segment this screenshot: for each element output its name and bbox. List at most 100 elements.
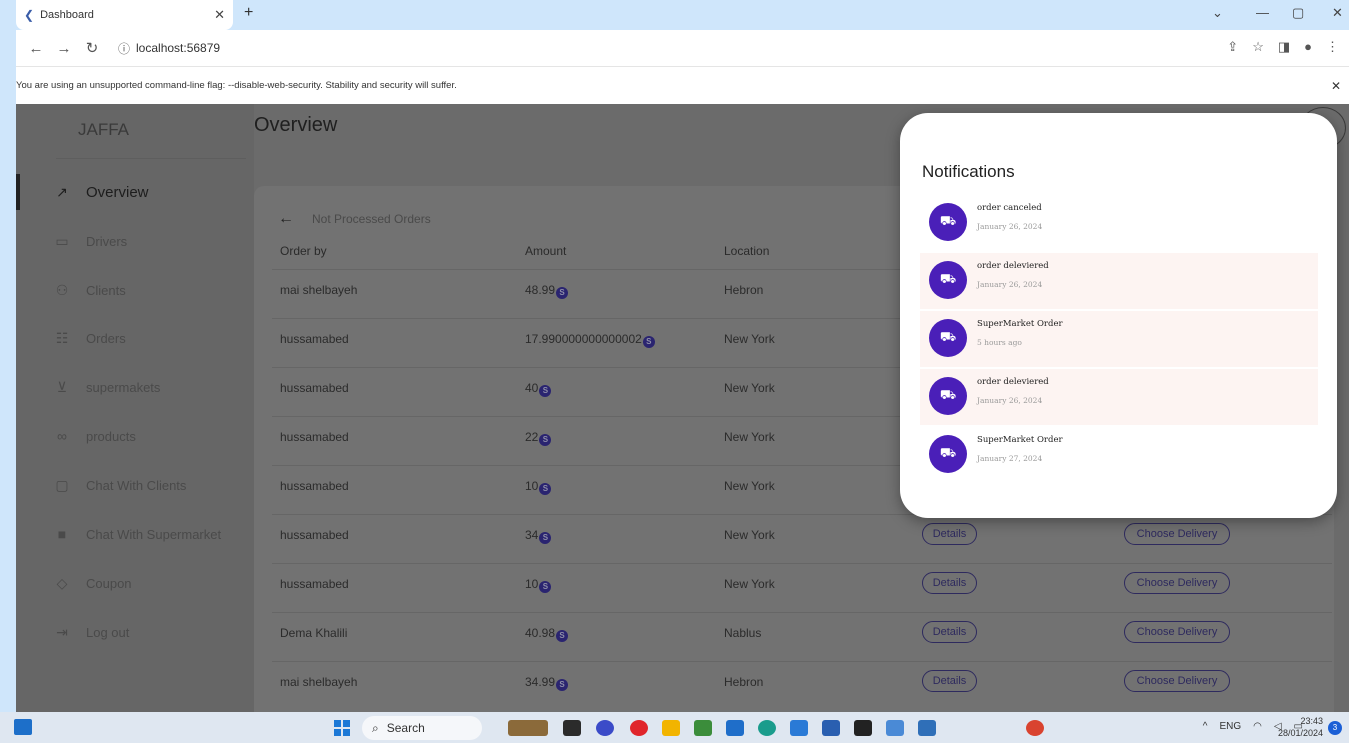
close-infobar-icon[interactable]: ✕ <box>1331 79 1341 93</box>
column-header-amount: Amount <box>525 244 567 258</box>
notification-item[interactable]: ⛟ order canceled January 26, 2024 <box>920 195 1318 251</box>
store-app-icon[interactable] <box>694 720 712 736</box>
sidebar-item-coupon[interactable]: ◇ Coupon <box>52 569 132 597</box>
currency-icon: S <box>556 287 569 299</box>
details-button[interactable]: Details <box>922 670 977 692</box>
column-header-location: Location <box>724 244 770 258</box>
sidebar-item-supermakets[interactable]: ⊻ supermakets <box>52 373 161 401</box>
address-bar-row: ← → ↻ ⓘ localhost:56879 ⇪ ☆ ◨ ● ⋮ <box>16 30 1349 66</box>
file-explorer-icon[interactable] <box>662 720 680 736</box>
row-divider <box>272 661 1332 662</box>
amount-cell: 40.98 S <box>525 626 569 642</box>
terminal-app-icon[interactable] <box>563 720 581 736</box>
widgets-icon[interactable] <box>14 719 32 735</box>
order-by-cell: hussamabed <box>280 528 349 542</box>
sidebar-item-log-out[interactable]: ⇥ Log out <box>52 618 129 646</box>
currency-icon: S <box>556 679 569 691</box>
teams-chat-icon[interactable] <box>596 720 614 736</box>
cmd-icon[interactable] <box>854 720 872 736</box>
sidebar-item-chat-with-clients[interactable]: ▢ Chat With Clients <box>52 471 186 499</box>
amount-cell: 34.99 S <box>525 675 569 691</box>
edge-icon[interactable] <box>758 720 776 736</box>
vscode-icon[interactable] <box>790 720 808 736</box>
forward-icon[interactable]: → <box>56 40 72 57</box>
warning-text: You are using an unsupported command-lin… <box>16 80 457 91</box>
flutter-icon: ❮ <box>24 8 35 22</box>
notepad-icon[interactable] <box>886 720 904 736</box>
notification-time: January 26, 2024 <box>977 396 1043 405</box>
amount-cell: 48.99 S <box>525 283 569 299</box>
menu-kebab-icon[interactable]: ⋮ <box>1326 39 1339 55</box>
car-icon: ▭ <box>55 232 69 249</box>
notification-text: order deleviered <box>977 261 1049 271</box>
chrome-icon[interactable] <box>1026 720 1044 736</box>
truck-icon: ⛟ <box>929 319 967 357</box>
notification-badge[interactable]: 3 <box>1328 721 1342 735</box>
choose-delivery-button[interactable]: Choose Delivery <box>1124 670 1230 692</box>
chat-filled-icon: ■ <box>57 526 67 542</box>
info-icon[interactable]: ⓘ <box>118 40 130 57</box>
reload-icon[interactable]: ↻ <box>84 39 100 57</box>
photos-icon[interactable] <box>918 720 936 736</box>
close-window-button[interactable]: ✕ <box>1332 5 1343 21</box>
taskbar-search[interactable]: ⌕ Search <box>362 716 482 740</box>
url-field[interactable]: ⓘ localhost:56879 <box>118 35 1278 61</box>
chevron-up-icon[interactable]: ^ <box>1203 721 1208 732</box>
sidebar-item-chat-with-supermarket[interactable]: ■ Chat With Supermarket <box>52 520 221 548</box>
truck-icon: ⛟ <box>929 435 967 473</box>
search-icon: ⌕ <box>372 720 379 735</box>
clock-time: 23:43 <box>1300 716 1323 726</box>
ms-store-icon[interactable] <box>726 720 744 736</box>
notification-item[interactable]: ⛟ order deleviered January 26, 2024 <box>920 253 1318 309</box>
profile-icon[interactable]: ● <box>1304 39 1312 55</box>
choose-delivery-button[interactable]: Choose Delivery <box>1124 621 1230 643</box>
side-panel-icon[interactable]: ◨ <box>1278 39 1290 55</box>
wifi-icon[interactable]: ◠ <box>1253 721 1262 732</box>
location-cell: New York <box>724 381 775 395</box>
game-app-icon[interactable] <box>508 720 548 736</box>
choose-delivery-button[interactable]: Choose Delivery <box>1124 572 1230 594</box>
details-button[interactable]: Details <box>922 523 977 545</box>
notification-text: order deleviered <box>977 377 1049 387</box>
choose-delivery-button[interactable]: Choose Delivery <box>1124 523 1230 545</box>
browser-tab[interactable]: ❮ Dashboard ✕ <box>16 0 233 30</box>
chat-outline-icon: ▢ <box>55 476 69 493</box>
sidebar-item-label: Chat With Clients <box>86 477 187 493</box>
clock[interactable]: 23:43 28/01/2024 <box>1278 715 1323 739</box>
bookmark-star-icon[interactable]: ☆ <box>1252 39 1264 55</box>
word-icon[interactable] <box>822 720 840 736</box>
notification-item[interactable]: ⛟ SuperMarket Order January 27, 2024 <box>920 427 1318 483</box>
sidebar-item-overview[interactable]: ↗ Overview <box>52 178 149 206</box>
section-title: Not Processed Orders <box>312 212 431 226</box>
start-button[interactable] <box>334 720 350 736</box>
share-icon[interactable]: ⇪ <box>1227 39 1238 55</box>
amount-cell: 10 S <box>525 577 552 593</box>
notification-item[interactable]: ⛟ order deleviered January 26, 2024 <box>920 369 1318 425</box>
sidebar-item-label: Overview <box>86 183 149 201</box>
amount-value: 34 <box>525 528 539 542</box>
currency-icon: S <box>539 434 552 446</box>
close-tab-icon[interactable]: ✕ <box>214 7 225 23</box>
location-cell: New York <box>724 332 775 346</box>
sidebar-item-drivers[interactable]: ▭ Drivers <box>52 227 127 255</box>
details-button[interactable]: Details <box>922 621 977 643</box>
sidebar-item-label: supermakets <box>86 379 161 395</box>
truck-icon: ⛟ <box>929 203 967 241</box>
tab-search-icon[interactable]: ⌄ <box>1212 5 1223 21</box>
sidebar-item-clients[interactable]: ⚇ Clients <box>52 276 126 304</box>
sidebar-item-products[interactable]: ∞ products <box>52 422 136 450</box>
back-icon[interactable]: ← <box>28 40 44 57</box>
details-button[interactable]: Details <box>922 572 977 594</box>
order-by-cell: hussamabed <box>280 381 349 395</box>
notification-item[interactable]: ⛟ SuperMarket Order 5 hours ago <box>920 311 1318 367</box>
new-tab-button[interactable]: + <box>244 4 253 22</box>
brand-title: JAFFA <box>78 120 130 139</box>
language-indicator[interactable]: ENG <box>1219 721 1241 732</box>
opera-icon[interactable] <box>630 720 648 736</box>
amount-value: 34.99 <box>525 675 556 689</box>
sidebar-item-orders[interactable]: ☷ Orders <box>52 324 126 352</box>
row-divider <box>272 612 1332 613</box>
back-arrow-icon[interactable]: ← <box>278 210 294 228</box>
minimize-button[interactable]: — <box>1256 5 1269 20</box>
restore-button[interactable]: ▢ <box>1292 5 1304 21</box>
